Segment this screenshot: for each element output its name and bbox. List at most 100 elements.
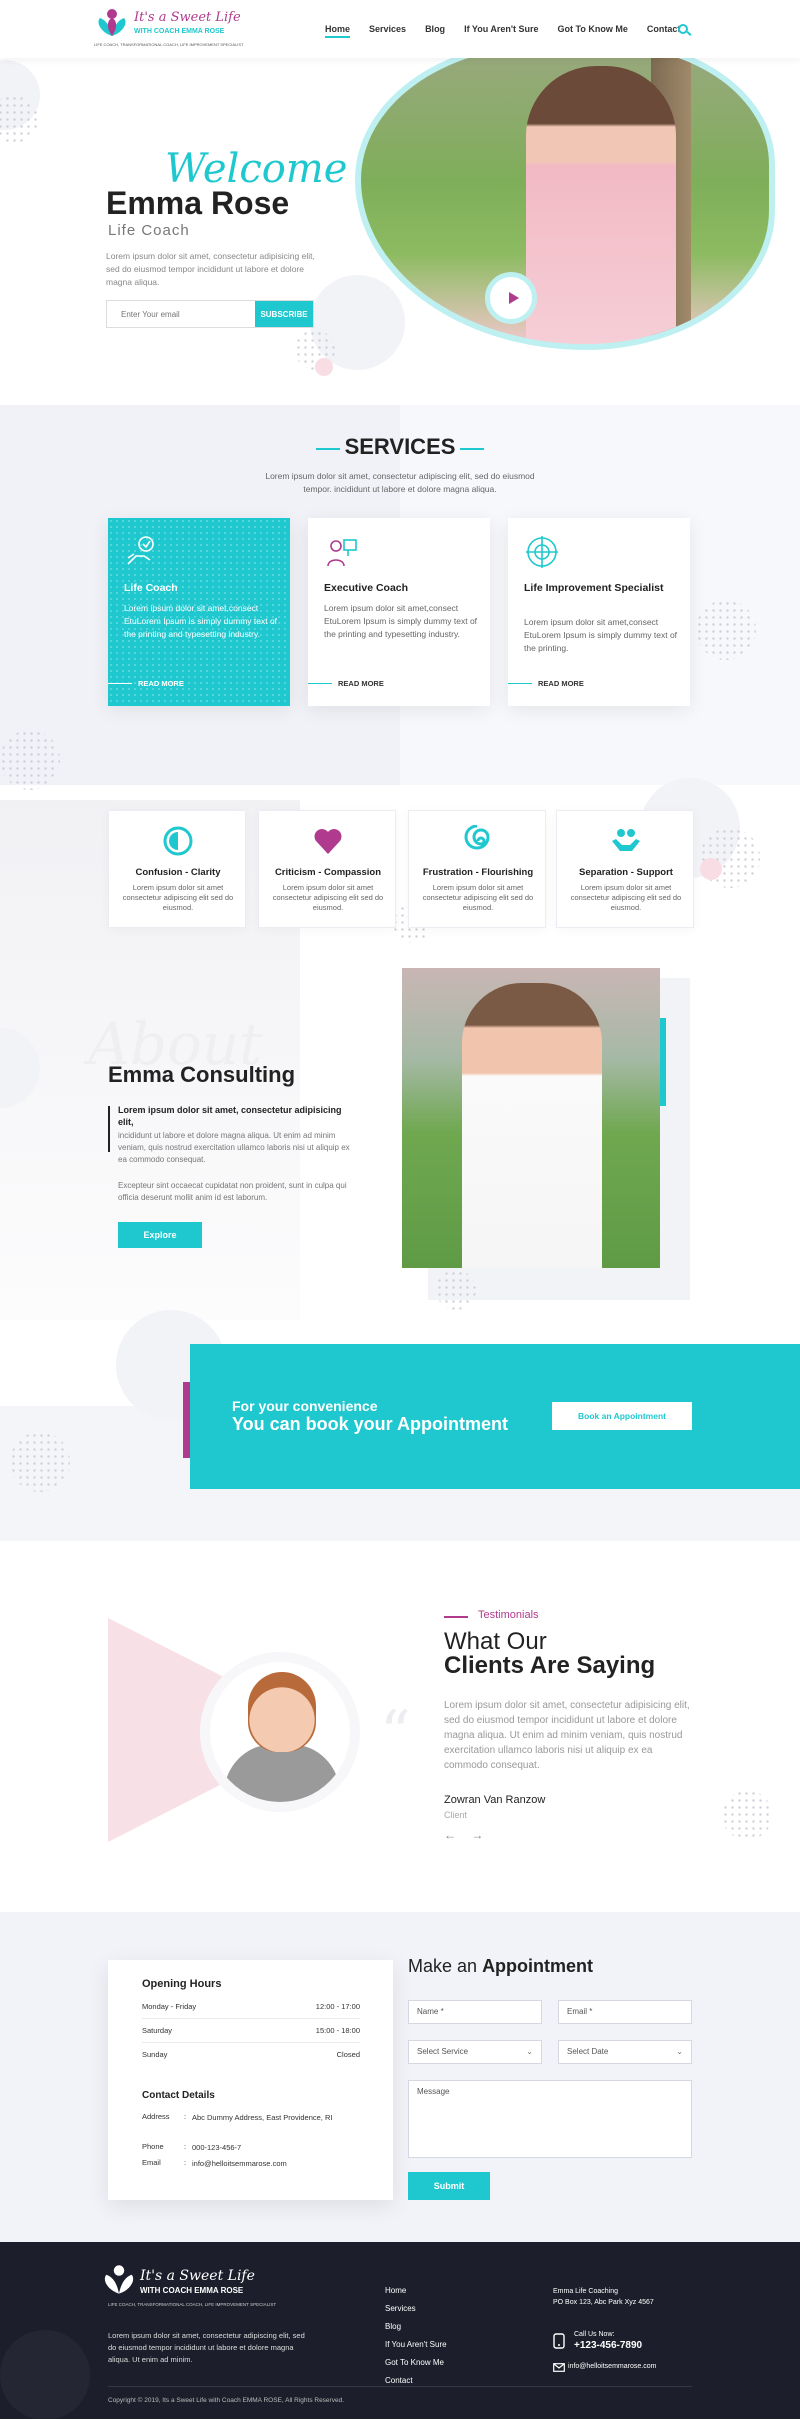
explore-button[interactable]: Explore (118, 1222, 202, 1248)
testimonial-name: Zowran Van Ranzow (444, 1794, 546, 1806)
banner-edge-accent (183, 1382, 190, 1458)
service-card-text: Lorem ipsum dolor sit amet,consect EtuLo… (124, 603, 278, 639)
contact-email: Email : info@helloitsemmarose.com (142, 2158, 287, 2168)
presentation-icon (327, 539, 357, 567)
select-service-dropdown[interactable]: Select Service ⌄ (408, 2040, 542, 2064)
footer-po-box: PO Box 123, Abc Park Xyz 4567 (553, 2299, 654, 2306)
site-header: It's a Sweet Life WITH COACH EMMA ROSE L… (0, 0, 800, 58)
footer-link-got-to-know-me[interactable]: Got To Know Me (385, 2358, 447, 2376)
hours-divider (142, 2042, 360, 2043)
subscribe-email-input[interactable] (107, 301, 255, 327)
play-video-button[interactable] (485, 272, 537, 324)
feature-text: Lorem ipsum dolor sit amet consectetur a… (570, 883, 682, 912)
services-line-right (460, 448, 484, 450)
footer-phone[interactable]: +123-456-7890 (574, 2340, 642, 2351)
client-avatar (200, 1652, 360, 1812)
feature-title: Criticism - Compassion (274, 867, 382, 878)
footer-logo-script: It's a Sweet Life (140, 2268, 255, 2284)
feature-card-support: Separation - Support Lorem ipsum dolor s… (556, 810, 694, 928)
footer-logo-subtitle: WITH COACH EMMA ROSE (140, 2286, 244, 2295)
deco-dots (722, 1790, 772, 1840)
footer-watermark (0, 2330, 90, 2420)
hours-row: Sunday Closed (142, 2050, 360, 2059)
footer-link-contact[interactable]: Contact (385, 2376, 447, 2394)
email-sep: : (184, 2158, 187, 2167)
contact-details-title: Contact Details (142, 2090, 215, 2101)
subscribe-form: SUBSCRIBE (106, 300, 314, 328)
deco-dot (700, 858, 722, 880)
phone-value: 000-123-456-7 (192, 2143, 242, 2152)
feature-card-compassion: Criticism - Compassion Lorem ipsum dolor… (258, 810, 396, 928)
nav-got-to-know-me[interactable]: Got To Know Me (558, 24, 628, 38)
email-field[interactable]: Email * (558, 2000, 692, 2024)
deco-dot (315, 358, 333, 376)
deco-dots (0, 730, 60, 790)
logo[interactable]: It's a Sweet Life WITH COACH EMMA ROSE L… (92, 6, 243, 52)
feature-title: Frustration - Flourishing (422, 867, 534, 878)
feature-card-clarity: Confusion - Clarity Lorem ipsum dolor si… (108, 810, 246, 928)
subscribe-button[interactable]: SUBSCRIBE (255, 301, 313, 327)
compass-target-icon (526, 536, 558, 568)
contact-address: Address : Abc Dummy Address, East Provid… (142, 2112, 332, 2122)
service-card-life-improvement[interactable]: Life Improvement Specialist Lorem ipsum … (508, 518, 690, 706)
services-title: SERVICES (344, 434, 456, 459)
nav-contact[interactable]: Contact (647, 24, 681, 38)
footer-link-home[interactable]: Home (385, 2286, 447, 2304)
chevron-down-icon: ⌄ (676, 2047, 683, 2056)
address-label: Address (142, 2112, 170, 2121)
footer-org: Emma Life Coaching (553, 2288, 618, 2295)
testimonial-nav-arrows[interactable]: ← → (444, 1828, 489, 1842)
hero-photo-woman (526, 66, 676, 344)
footer-logo-tagline: LIFE COACH, TRANSFORMATIONAL COACH, LIFE… (108, 2302, 277, 2307)
banner-subtitle: For your convenience (232, 1398, 378, 1414)
nav-blog[interactable]: Blog (425, 24, 445, 38)
logo-script: It's a Sweet Life (134, 10, 241, 25)
email-value[interactable]: info@helloitsemmarose.com (192, 2158, 342, 2169)
feature-text: Lorem ipsum dolor sit amet consectetur a… (422, 883, 534, 912)
client-avatar-face (248, 1672, 316, 1752)
about-paragraph: incididunt ut labore et dolore magna ali… (118, 1131, 350, 1164)
hours-day: Monday - Friday (142, 2002, 197, 2011)
client-avatar-body (224, 1744, 340, 1802)
name-field[interactable]: Name * (408, 2000, 542, 2024)
deco-dots (696, 600, 756, 660)
nav-if-you-arent-sure[interactable]: If You Aren't Sure (464, 24, 538, 38)
feature-text: Lorem ipsum dolor sit amet consectetur a… (272, 883, 384, 912)
footer-text: Lorem ipsum dolor sit amet, consectetur … (108, 2331, 305, 2364)
submit-button[interactable]: Submit (408, 2172, 490, 2200)
service-card-life-coach[interactable]: Life Coach Lorem ipsum dolor sit amet,co… (108, 518, 290, 706)
footer-link-services[interactable]: Services (385, 2304, 447, 2322)
about-title: Emma Consulting (108, 1062, 296, 1087)
appointment-title-light: Make an (408, 1956, 478, 1976)
about-photo-woman (462, 983, 602, 1268)
select-date-value: Select Date (567, 2047, 609, 2056)
footer-link-blog[interactable]: Blog (385, 2322, 447, 2340)
read-more-link[interactable]: READ MORE (508, 679, 584, 688)
hours-day: Sunday (142, 2050, 168, 2059)
hours-day: Saturday (142, 2026, 173, 2035)
testimonials-tag-line (444, 1616, 468, 1618)
message-textarea[interactable]: Message (408, 2080, 692, 2158)
read-more-link[interactable]: READ MORE (108, 679, 184, 688)
testimonials-tag: Testimonials (478, 1609, 539, 1621)
spiral-icon (464, 825, 490, 850)
address-sep: : (184, 2112, 187, 2121)
select-date-dropdown[interactable]: Select Date ⌄ (558, 2040, 692, 2064)
logo-tagline: LIFE COACH, TRANSFORMATIONAL COACH, LIFE… (94, 42, 244, 47)
heart-icon (314, 829, 342, 854)
service-card-executive-coach[interactable]: Executive Coach Lorem ipsum dolor sit am… (308, 518, 490, 706)
read-more-link[interactable]: READ MORE (308, 679, 384, 688)
hero-role: Life Coach (108, 222, 190, 239)
footer-email[interactable]: info@helloitsemmarose.com (568, 2363, 656, 2370)
about-lead: Lorem ipsum dolor sit amet, consectetur … (118, 1105, 342, 1127)
search-icon[interactable] (678, 24, 688, 34)
footer-link-if-you-arent-sure[interactable]: If You Aren't Sure (385, 2340, 447, 2358)
book-appointment-button[interactable]: Book an Appointment (552, 1402, 692, 1430)
address-value: Abc Dummy Address, East Providence, RI (192, 2113, 333, 2122)
nav-services[interactable]: Services (369, 24, 406, 38)
nav-home[interactable]: Home (325, 24, 351, 38)
hours-time: Closed (336, 2050, 360, 2059)
phone-icon (553, 2333, 565, 2349)
mail-icon (553, 2363, 565, 2372)
testimonials-title-bold: Clients Are Saying (444, 1652, 656, 1679)
